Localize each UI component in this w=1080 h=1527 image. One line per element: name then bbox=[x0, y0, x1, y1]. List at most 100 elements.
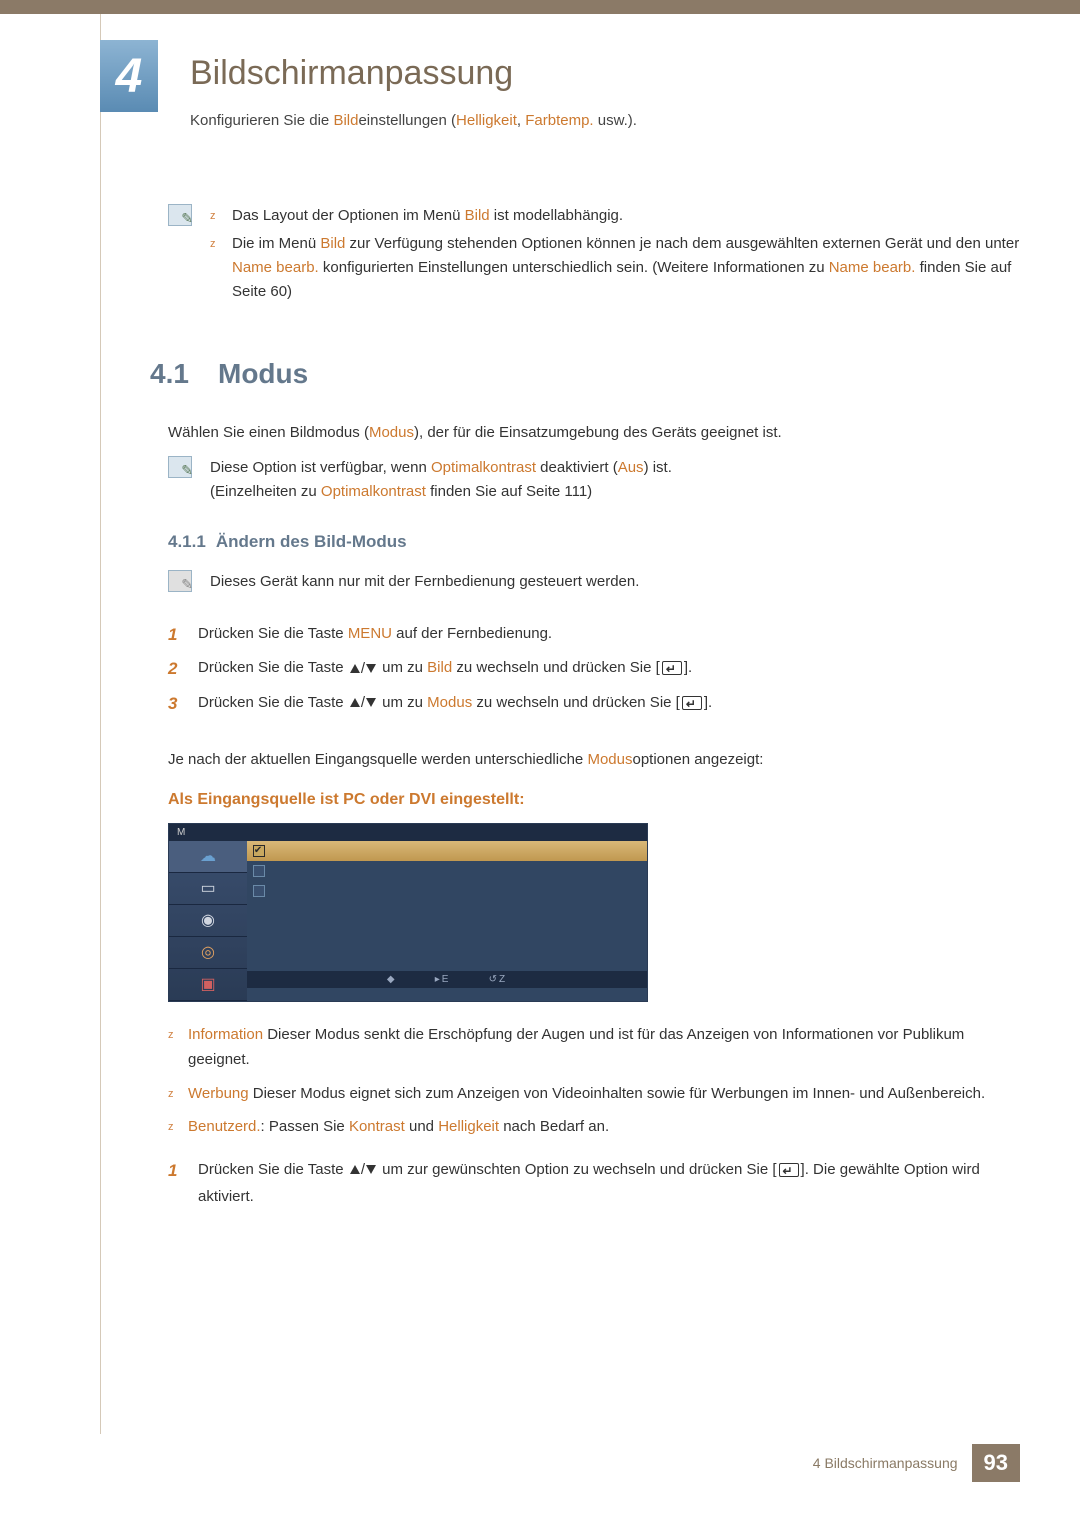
text: nach Bedarf an. bbox=[499, 1118, 609, 1135]
up-down-arrows-icon: / bbox=[350, 1156, 376, 1183]
chapter-number: 4 bbox=[116, 49, 143, 104]
desc-information: z Information Dieser Modus senkt die Ers… bbox=[168, 1022, 1020, 1073]
text: auf der Fernbedienung. bbox=[392, 625, 552, 642]
osd-side-display-icon: ▭ bbox=[169, 873, 247, 905]
text: Dieser Modus senkt die Erschöpfung der A… bbox=[188, 1026, 964, 1069]
osd-item bbox=[247, 861, 647, 881]
hl: Name bearb. bbox=[829, 259, 916, 276]
osd-title: M bbox=[177, 827, 189, 838]
text: (Einzelheiten zu bbox=[210, 483, 321, 500]
hl: Bild bbox=[465, 207, 490, 224]
step-number: 3 bbox=[168, 689, 184, 720]
chapter-number-badge: 4 bbox=[100, 40, 158, 112]
bullet-line: z Das Layout der Optionen im Menü Bild i… bbox=[210, 204, 1020, 228]
text: ]. bbox=[704, 694, 712, 711]
bullet-z: z bbox=[168, 1081, 178, 1107]
osd-footer: ◆ ▸E ↺Z bbox=[247, 971, 647, 988]
checkmark-icon: ✔ bbox=[253, 845, 265, 857]
hl: Optimalkontrast bbox=[431, 459, 536, 476]
text: Das Layout der Optionen im Menü bbox=[232, 207, 465, 224]
hl: Kontrast bbox=[349, 1118, 405, 1135]
heading-text: Modus bbox=[218, 358, 308, 390]
hl: Werbung bbox=[188, 1085, 249, 1102]
heading-num: 4.1.1 bbox=[168, 532, 206, 551]
bullet-text: Das Layout der Optionen im Menü Bild ist… bbox=[232, 204, 623, 228]
bullet-line: z Die im Menü Bild zur Verfügung stehend… bbox=[210, 232, 1020, 304]
note-icon bbox=[168, 204, 192, 226]
page-body: 4 Bildschirmanpassung Konfigurieren Sie … bbox=[0, 14, 1080, 1494]
step-list: 1 Drücken Sie die Taste MENU auf der Fer… bbox=[168, 620, 1020, 720]
text: Z bbox=[499, 974, 507, 985]
text: um zur gewünschten Option zu wechseln un… bbox=[378, 1161, 777, 1178]
enter-icon bbox=[682, 696, 702, 710]
osd-sidebar: ☁ ▭ ◉ ◎ ▣ bbox=[169, 841, 247, 1001]
text: konfigurierten Einstellungen unterschied… bbox=[319, 259, 829, 276]
text: Die im Menü bbox=[232, 235, 320, 252]
text: ) ist. bbox=[644, 459, 672, 476]
step-text: Drücken Sie die Taste MENU auf der Fernb… bbox=[198, 620, 552, 651]
note-icon bbox=[168, 570, 192, 592]
hl: Benutzerd. bbox=[188, 1118, 261, 1135]
note-body: Dieses Gerät kann nur mit der Fernbedien… bbox=[210, 570, 639, 594]
footer-chapter-text: 4 Bildschirmanpassung bbox=[813, 1455, 972, 1471]
section-intro: Wählen Sie einen Bildmodus (Modus), der … bbox=[168, 420, 1020, 446]
hl-menu: MENU bbox=[348, 625, 392, 642]
step-number: 1 bbox=[168, 1156, 184, 1211]
hl-bild: Bild bbox=[333, 112, 358, 129]
hl: Modus bbox=[369, 424, 414, 441]
remote-note-block: Dieses Gerät kann nur mit der Fernbedien… bbox=[168, 570, 1020, 594]
bullet-z: z bbox=[210, 204, 220, 228]
step-text: Drücken Sie die Taste / um zur gewünscht… bbox=[198, 1156, 1020, 1211]
heading-4-1-1: 4.1.1Ändern des Bild-Modus bbox=[168, 532, 1020, 552]
chapter-title: Bildschirmanpassung bbox=[190, 54, 513, 93]
step-number: 2 bbox=[168, 654, 184, 685]
step-number: 1 bbox=[168, 620, 184, 651]
final-step-item: 1 Drücken Sie die Taste / um zur gewünsc… bbox=[168, 1156, 1020, 1211]
osd-menu-screenshot: M ☁ ▭ ◉ ◎ ▣ ✔ bbox=[168, 823, 648, 1002]
osd-footer-nav: ◆ ▸E ↺Z bbox=[387, 974, 507, 985]
note-body: z Das Layout der Optionen im Menü Bild i… bbox=[210, 204, 1020, 308]
step-item-1: 1 Drücken Sie die Taste MENU auf der Fer… bbox=[168, 620, 1020, 651]
up-down-arrows-icon: / bbox=[350, 689, 376, 716]
modus-note-block: Diese Option ist verfügbar, wenn Optimal… bbox=[168, 456, 1020, 504]
hl: Name bearb. bbox=[232, 259, 319, 276]
footer-page-number: 93 bbox=[972, 1444, 1020, 1482]
left-vertical-rule bbox=[100, 14, 101, 1434]
heading-num: 4.1 bbox=[150, 358, 196, 390]
osd-side-picture-icon: ☁ bbox=[169, 841, 247, 873]
text: um zu bbox=[378, 659, 427, 676]
osd-empty-space bbox=[247, 901, 647, 971]
text: Drücken Sie die Taste bbox=[198, 625, 348, 642]
bullet-z: z bbox=[168, 1114, 178, 1140]
text: ), der für die Einsatzumgebung des Gerät… bbox=[414, 424, 782, 441]
bullet-text: Die im Menü Bild zur Verfügung stehenden… bbox=[232, 232, 1020, 304]
note-line: (Einzelheiten zu Optimalkontrast finden … bbox=[210, 480, 672, 504]
checkbox-icon bbox=[253, 885, 265, 897]
osd-item bbox=[247, 881, 647, 901]
text: zur Verfügung stehenden Optionen können … bbox=[345, 235, 1019, 252]
top-brown-bar bbox=[0, 0, 1080, 14]
note-body: Diese Option ist verfügbar, wenn Optimal… bbox=[210, 456, 672, 504]
text: Je nach der aktuellen Eingangsquelle wer… bbox=[168, 751, 587, 768]
text: usw.). bbox=[594, 112, 637, 129]
note-icon bbox=[168, 456, 192, 478]
text: Drücken Sie die Taste bbox=[198, 1161, 348, 1178]
text: Wählen Sie einen Bildmodus ( bbox=[168, 424, 369, 441]
mode-description-list: z Information Dieser Modus senkt die Ers… bbox=[168, 1022, 1020, 1140]
text: Drücken Sie die Taste bbox=[198, 659, 348, 676]
text: Konfigurieren Sie die bbox=[190, 112, 333, 129]
hl-helligkeit: Helligkeit bbox=[456, 112, 517, 129]
up-down-arrows-icon: / bbox=[350, 655, 376, 682]
desc-text: Werbung Dieser Modus eignet sich zum Anz… bbox=[188, 1081, 985, 1107]
step-text: Drücken Sie die Taste / um zu Bild zu we… bbox=[198, 654, 692, 685]
text: zu wechseln und drücken Sie [ bbox=[452, 659, 660, 676]
final-step-list: 1 Drücken Sie die Taste / um zur gewünsc… bbox=[168, 1156, 1020, 1211]
osd-body: ☁ ▭ ◉ ◎ ▣ ✔ bbox=[169, 841, 647, 1001]
hl: Information bbox=[188, 1026, 263, 1043]
text: ]. bbox=[684, 659, 692, 676]
text: E bbox=[442, 974, 451, 985]
chapter-subtitle: Konfigurieren Sie die Bildeinstellungen … bbox=[190, 112, 637, 129]
osd-main: ✔ ◆ ▸E ↺Z bbox=[247, 841, 647, 1001]
text: finden Sie auf Seite 111) bbox=[426, 483, 592, 500]
text: Drücken Sie die Taste bbox=[198, 694, 348, 711]
